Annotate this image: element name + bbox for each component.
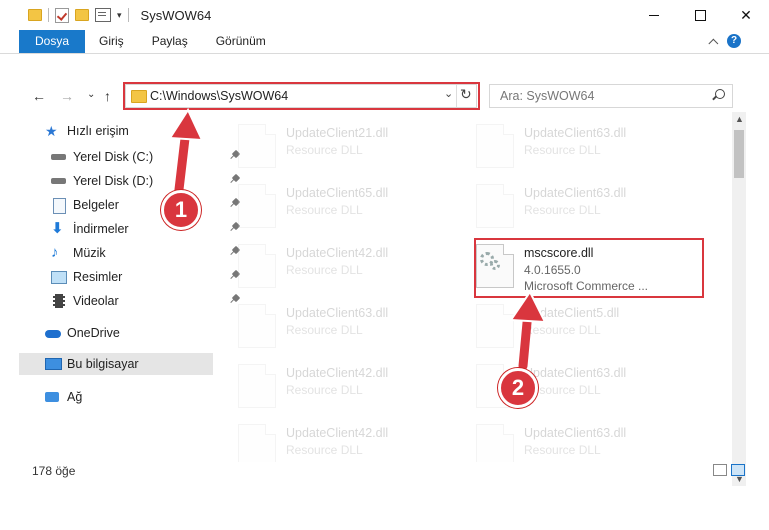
arrow-2-head — [509, 290, 547, 324]
arrow-1-shaft — [173, 125, 191, 203]
callout-arrows — [168, 107, 547, 371]
callout-badge-1: 1 — [161, 190, 201, 230]
callout-badge-2: 2 — [498, 368, 538, 408]
explorer-window: ▾ SysWOW64 ✕ Dosya Giriş Paylaş Görünüm … — [0, 0, 769, 530]
arrow-1-head — [168, 107, 204, 142]
